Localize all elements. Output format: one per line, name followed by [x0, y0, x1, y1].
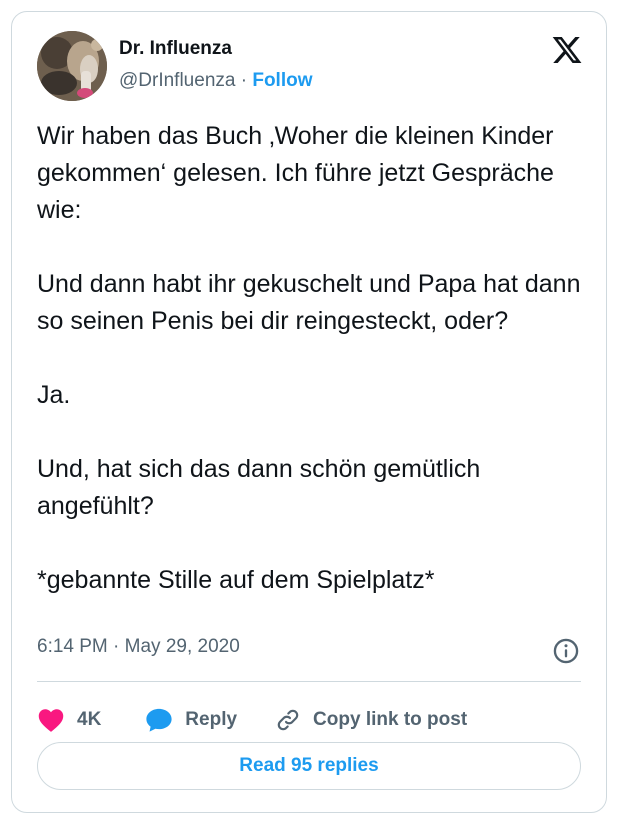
author-handle[interactable]: @DrInfluenza [119, 70, 235, 91]
tweet-paragraph: Und, hat sich das dann schön gemütlich a… [37, 455, 481, 520]
avatar[interactable] [37, 31, 107, 101]
link-icon [277, 709, 299, 731]
reply-button[interactable]: Reply [145, 707, 237, 733]
tweet-paragraph: Wir haben das Buch ‚Woher die kleinen Ki… [37, 122, 554, 224]
tweet-paragraph: Ja. [37, 381, 71, 409]
tweet-paragraph: Und dann habt ihr gekuschelt und Papa ha… [37, 270, 581, 335]
tweet-timestamp[interactable]: 6:14 PM · May 29, 2020 [37, 636, 240, 658]
speech-bubble-icon [146, 708, 172, 732]
author-handle-row: @DrInfluenza · Follow [119, 70, 313, 92]
copy-link-button[interactable]: Copy link to post [275, 707, 467, 733]
follow-link[interactable]: Follow [252, 70, 312, 91]
divider [37, 681, 581, 682]
tweet-text: Wir haben das Buch ‚Woher die kleinen Ki… [37, 118, 597, 599]
x-logo-icon[interactable] [550, 34, 584, 66]
reply-label: Reply [185, 709, 238, 730]
read-replies-button[interactable]: Read 95 replies [37, 742, 581, 790]
copy-link-label: Copy link to post [313, 709, 468, 730]
tweet-paragraph: *gebannte Stille auf dem Spielplatz* [37, 566, 435, 594]
action-bar: 4K Reply Copy link to post [37, 700, 467, 740]
like-count: 4K [77, 709, 102, 730]
avatar-image [37, 31, 107, 101]
handle-separator: · [240, 70, 248, 91]
read-replies-label: Read 95 replies [239, 755, 379, 776]
tweet-card: Dr. Influenza @DrInfluenza · Follow Wir … [11, 11, 607, 813]
info-icon[interactable] [552, 637, 580, 665]
author-name[interactable]: Dr. Influenza [119, 38, 232, 60]
heart-icon [38, 709, 64, 732]
like-button[interactable]: 4K [37, 707, 101, 733]
